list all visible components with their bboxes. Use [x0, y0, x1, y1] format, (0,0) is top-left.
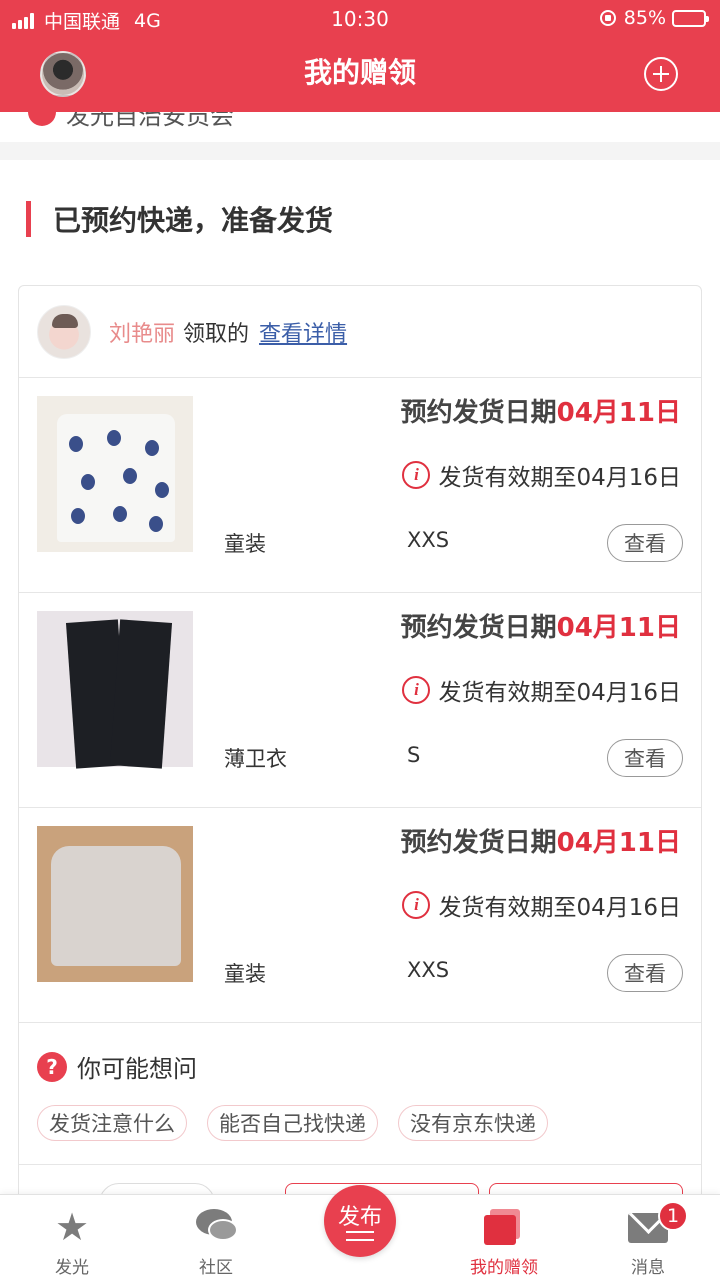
unread-badge: 1: [658, 1201, 688, 1231]
battery-icon: [672, 9, 709, 27]
item-size: XXS: [407, 528, 450, 552]
gift-icon: [484, 1209, 522, 1245]
item-category: 薄卫衣: [224, 747, 287, 771]
claimed-label: 领取的: [183, 321, 250, 347]
item-category: 童装: [224, 532, 266, 556]
page-title: 我的赠领: [303, 56, 416, 89]
valid-period: i 发货有效期至04月16日: [402, 458, 681, 492]
star-icon: ★: [54, 1205, 90, 1249]
faq-chip[interactable]: 没有京东快递: [398, 1105, 548, 1141]
view-button[interactable]: 查看: [607, 524, 683, 562]
tab-faguang[interactable]: ★ 发光: [0, 1195, 144, 1280]
ship-date: 预约发货日期04月11日: [400, 828, 681, 858]
faq-chip[interactable]: 发货注意什么: [37, 1105, 187, 1141]
previous-section-peek: 发光自治安员会: [0, 112, 720, 142]
valid-period: i 发货有效期至04月16日: [402, 673, 681, 707]
info-icon: i: [402, 676, 431, 704]
question-icon: ?: [37, 1051, 67, 1082]
ship-date: 预约发货日期04月11日: [400, 398, 681, 428]
tab-community[interactable]: 社区: [144, 1195, 288, 1280]
bottom-tab-bar: ★ 发光 社区 发布 我的赠领 1 消息: [0, 1185, 720, 1280]
valid-period: i 发货有效期至04月16日: [402, 888, 681, 922]
tab-label: 社区: [199, 1258, 233, 1278]
menu-lines-icon: [346, 1231, 374, 1241]
item-thumbnail[interactable]: [37, 396, 193, 552]
list-item: 预约发货日期04月11日 i 发货有效期至04月16日 童装 XXS 查看: [19, 808, 701, 1023]
tab-label: 发光: [55, 1258, 89, 1278]
item-size: XXS: [407, 958, 450, 982]
claimer-avatar[interactable]: [37, 304, 91, 359]
tab-label: 我的赠领: [470, 1258, 538, 1278]
view-button[interactable]: 查看: [607, 739, 683, 777]
section-title-text: 已预约快递，准备发货: [53, 204, 334, 237]
tab-label: 消息: [631, 1258, 665, 1278]
tab-messages[interactable]: 1 消息: [576, 1195, 720, 1280]
faq-chips: 发货注意什么 能否自己找快递 没有京东快递: [37, 1105, 568, 1141]
section-title: 已预约快递，准备发货: [26, 200, 333, 238]
ship-date: 预约发货日期04月11日: [400, 613, 681, 643]
faq-section: ? 你可能想问 发货注意什么 能否自己找快递 没有京东快递: [19, 1023, 701, 1165]
title-accent-bar: [26, 201, 31, 237]
list-item: 预约发货日期04月11日 i 发货有效期至04月16日 童装 XXS 查看: [19, 378, 701, 593]
peek-text: 发光自治安员会: [66, 112, 234, 130]
claimer-name[interactable]: 刘艳丽: [109, 316, 175, 348]
shipping-section: 已预约快递，准备发货 刘艳丽 领取的 查看详情 预约发货日期04月11日 i 发…: [0, 160, 720, 1223]
item-thumbnail[interactable]: [37, 826, 193, 982]
tab-my-gifts[interactable]: 我的赠领: [432, 1195, 576, 1280]
status-bar: 中国联通 4G 10:30 85%: [0, 0, 720, 36]
list-item: 预约发货日期04月11日 i 发货有效期至04月16日 薄卫衣 S 查看: [19, 593, 701, 808]
item-thumbnail[interactable]: [37, 611, 193, 769]
add-button[interactable]: [644, 57, 678, 91]
view-details-link[interactable]: 查看详情: [259, 316, 347, 348]
app-header: 中国联通 4G 10:30 85% 我的赠领: [0, 0, 720, 112]
info-icon: i: [402, 461, 431, 489]
item-category: 童装: [224, 962, 266, 986]
chat-icon: [196, 1209, 238, 1243]
rotation-lock-icon: [599, 10, 616, 26]
publish-label: 发布: [337, 1205, 382, 1230]
claim-card: 刘艳丽 领取的 查看详情 预约发货日期04月11日 i 发货有效期至04月16日 …: [18, 285, 702, 1223]
item-size: S: [407, 743, 421, 767]
card-header: 刘艳丽 领取的 查看详情: [19, 286, 701, 378]
faq-title: ? 你可能想问: [37, 1049, 197, 1084]
peek-icon: [28, 112, 56, 126]
view-button[interactable]: 查看: [607, 954, 683, 992]
publish-button[interactable]: 发布: [324, 1185, 396, 1257]
info-icon: i: [402, 891, 431, 919]
battery-percent: 85%: [623, 7, 666, 29]
faq-chip[interactable]: 能否自己找快递: [207, 1105, 378, 1141]
